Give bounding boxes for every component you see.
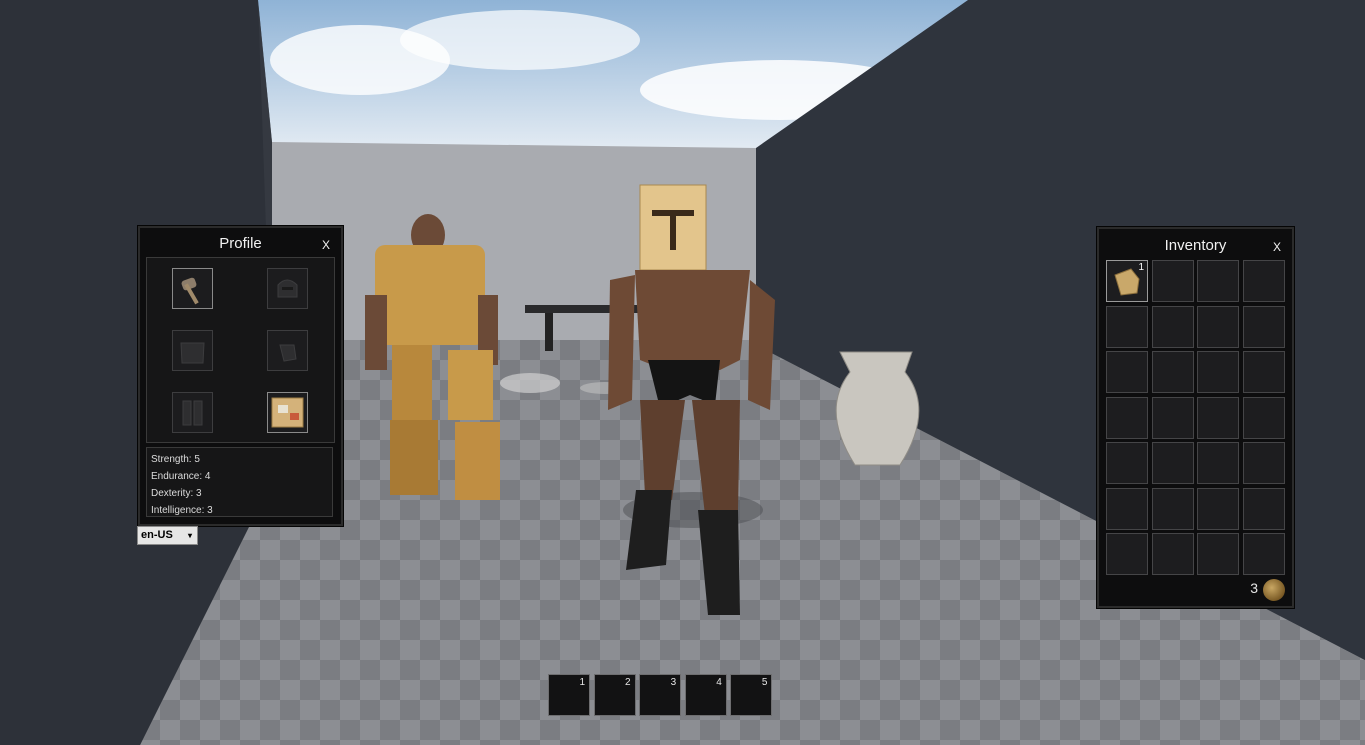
dropdown-arrow-icon: ▾	[187, 531, 192, 540]
hotbar-slot[interactable]: 3	[639, 674, 682, 716]
language-value: en-US	[141, 529, 173, 541]
hotbar-slot[interactable]: 5	[730, 674, 773, 716]
equip-slot-accessory[interactable]	[267, 392, 308, 433]
inventory-slot[interactable]	[1106, 351, 1148, 393]
inventory-slot[interactable]	[1197, 260, 1239, 302]
stat-strength: Strength: 5	[151, 454, 200, 465]
inventory-slot[interactable]	[1242, 351, 1285, 393]
language-select[interactable]: en-US ▾	[137, 526, 198, 545]
stat-dexterity: Dexterity: 3	[151, 488, 202, 499]
inventory-panel: Inventory X 1 3	[1097, 227, 1294, 608]
equip-slot-chest[interactable]	[172, 330, 213, 371]
inventory-slot[interactable]	[1197, 487, 1239, 530]
inventory-title: Inventory	[1164, 237, 1227, 254]
item-stack-count: 1	[1138, 262, 1144, 273]
gloves-icon	[279, 344, 297, 362]
inventory-slot[interactable]	[1242, 533, 1285, 575]
inventory-slot[interactable]: 1	[1106, 260, 1148, 302]
inventory-slot[interactable]	[1151, 487, 1194, 530]
inventory-slot[interactable]	[1197, 305, 1239, 348]
inventory-slot[interactable]	[1151, 533, 1194, 575]
inventory-close-button[interactable]: X	[1273, 240, 1281, 254]
vase	[835, 351, 920, 466]
inventory-slot[interactable]	[1242, 396, 1285, 439]
inventory-slot[interactable]	[1197, 396, 1239, 439]
stats-box: Strength: 5 Endurance: 4 Dexterity: 3 In…	[146, 447, 333, 517]
helmet-icon	[277, 279, 298, 298]
hotbar-slot[interactable]: 1	[548, 674, 590, 716]
hotbar-slot[interactable]: 2	[593, 674, 636, 716]
inventory-slot[interactable]	[1242, 260, 1285, 302]
hotbar-slot-number: 2	[625, 677, 631, 688]
inventory-slot[interactable]	[1151, 442, 1194, 484]
inventory-slot[interactable]	[1106, 487, 1148, 530]
stat-endurance: Endurance: 4	[151, 471, 211, 482]
inventory-slot[interactable]	[1151, 396, 1194, 439]
inventory-slot[interactable]	[1151, 351, 1194, 393]
hotbar-slot-number: 3	[670, 677, 677, 688]
axe-icon	[181, 277, 199, 305]
inventory-slot[interactable]	[1242, 305, 1285, 348]
inventory-slot[interactable]	[1242, 487, 1285, 530]
inventory-slot[interactable]	[1106, 533, 1148, 575]
inventory-slot[interactable]	[1197, 442, 1239, 484]
stat-intelligence: Intelligence: 3	[151, 505, 213, 516]
hotbar-slot[interactable]: 4	[684, 674, 727, 716]
inventory-slot[interactable]	[1151, 305, 1194, 348]
cardboard-box-icon	[271, 397, 304, 428]
inventory-slot[interactable]	[1197, 351, 1239, 393]
gold-coin-icon	[1263, 579, 1285, 601]
profile-close-button[interactable]: X	[322, 238, 330, 252]
hotbar-slot-number: 4	[716, 677, 722, 688]
inventory-slot[interactable]	[1197, 533, 1239, 575]
leg-armor-icon	[182, 400, 203, 426]
hotbar-slot-number: 1	[579, 677, 585, 688]
profile-panel: Profile X Strength: 5 Endurance: 4 Dexte…	[138, 226, 343, 526]
equip-slot-weapon[interactable]	[172, 268, 213, 309]
inventory-slot[interactable]	[1106, 305, 1148, 348]
equipment-grid	[146, 257, 335, 443]
chest-armor-icon	[180, 342, 205, 364]
gold-count: 3	[1250, 580, 1258, 596]
hotbar-slot-number: 5	[761, 677, 768, 688]
inventory-slot[interactable]	[1106, 396, 1148, 439]
inventory-slot[interactable]	[1106, 442, 1148, 484]
equip-slot-helmet[interactable]	[267, 268, 308, 309]
inventory-slot[interactable]	[1242, 442, 1285, 484]
inventory-slot[interactable]	[1151, 260, 1194, 302]
equip-slot-gloves[interactable]	[267, 330, 308, 371]
equip-slot-legs[interactable]	[172, 392, 213, 433]
profile-title: Profile	[219, 235, 262, 252]
